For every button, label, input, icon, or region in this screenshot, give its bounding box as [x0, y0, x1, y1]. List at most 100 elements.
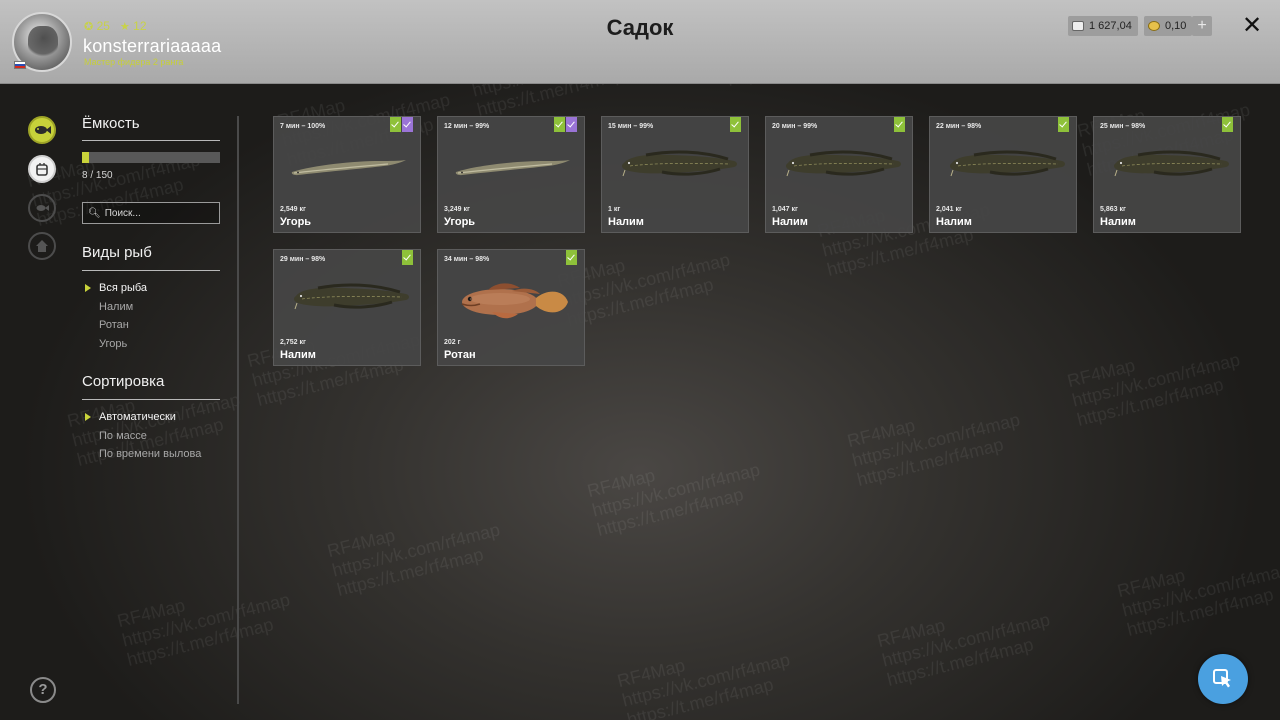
- watermark: RF4Maphttps://vk.com/rf4maphttps://t.me/…: [115, 570, 296, 669]
- search-box[interactable]: 🔍︎: [82, 202, 220, 224]
- capacity-bar-fill: [82, 152, 90, 163]
- caught-badge-icon: [402, 250, 413, 265]
- silver-value: 1 627,04: [1089, 20, 1132, 32]
- sort-title: Сортировка: [82, 373, 165, 390]
- fish-card-eel[interactable]: 12 мин – 99% 3,249 кг Угорь: [437, 116, 585, 233]
- trophy-badge-icon: [566, 117, 577, 132]
- fish-weight: 1 кг: [608, 206, 621, 213]
- gold-icon: [1148, 21, 1160, 31]
- capacity-bar: [82, 152, 220, 163]
- russia-flag-icon: [14, 61, 26, 69]
- fish-card-rotan[interactable]: 34 мин – 98% 202 г Ротан: [437, 249, 585, 366]
- fish-card-burbot[interactable]: 25 мин – 98% 5,863 кг Налим: [1093, 116, 1241, 233]
- fish-icon: [35, 126, 51, 134]
- gold-balance: 0,10: [1144, 16, 1193, 36]
- close-button[interactable]: ✕: [1240, 14, 1264, 38]
- panel-divider: [237, 116, 239, 704]
- fish-weight: 2,752 кг: [280, 339, 306, 346]
- species-label: Вся рыба: [99, 282, 148, 294]
- fish-card-burbot[interactable]: 15 мин – 99% 1 кг Налим: [601, 116, 749, 233]
- catch-time: 15 мин – 99%: [608, 123, 654, 130]
- burbot-image: [293, 283, 409, 310]
- player-rank: Мастер фидера 2 ранга: [84, 57, 184, 67]
- capacity-title: Ёмкость: [82, 115, 140, 132]
- sort-label: Автоматически: [99, 411, 176, 423]
- fish-name: Налим: [280, 349, 316, 361]
- divider: [82, 140, 220, 141]
- caught-badge-icon: [566, 250, 577, 265]
- catch-time: 20 мин – 99%: [772, 123, 818, 130]
- help-button[interactable]: ?: [30, 677, 56, 703]
- watermark: RF4Maphttps://vk.com/rf4maphttps://t.me/…: [585, 440, 766, 539]
- fish-card-burbot[interactable]: 29 мин – 98% 2,752 кг Налим: [273, 249, 421, 366]
- search-input[interactable]: [104, 207, 215, 219]
- add-gold-button[interactable]: +: [1192, 16, 1212, 36]
- fish-card-burbot[interactable]: 22 мин – 98% 2,041 кг Налим: [929, 116, 1077, 233]
- sort-by-time[interactable]: По времени вылова: [99, 448, 201, 460]
- caught-badge-icon: [730, 117, 741, 132]
- fish-weight: 2,549 кг: [280, 206, 306, 213]
- fish-name: Налим: [608, 216, 644, 228]
- selected-triangle-icon: [85, 413, 91, 421]
- catch-time: 22 мин – 98%: [936, 123, 982, 130]
- fish-weight: 3,249 кг: [444, 206, 470, 213]
- fish-weight: 202 г: [444, 339, 461, 346]
- sort-by-mass[interactable]: По массе: [99, 430, 147, 442]
- fish-card-eel[interactable]: 7 мин – 100% 2,549 кг Угорь: [273, 116, 421, 233]
- catch-time: 12 мин – 99%: [444, 123, 490, 130]
- fish-weight: 5,863 кг: [1100, 206, 1126, 213]
- fish-name: Налим: [1100, 216, 1136, 228]
- watermark: RF4Maphttps://vk.com/rf4maphttps://t.me/…: [875, 590, 1056, 689]
- fish-name: Налим: [936, 216, 972, 228]
- cursor-mode-button[interactable]: [1198, 654, 1248, 704]
- capacity-count: 8 / 150: [82, 170, 113, 181]
- species-all-fish[interactable]: Вся рыба: [85, 282, 148, 294]
- species-burbot[interactable]: Налим: [99, 301, 133, 313]
- gold-value: 0,10: [1165, 20, 1187, 32]
- caught-badge-icon: [1222, 117, 1233, 132]
- selected-triangle-icon: [85, 284, 91, 292]
- watermark: RF4Maphttps://vk.com/rf4maphttps://t.me/…: [1065, 330, 1246, 429]
- watermark: RF4Maphttps://vk.com/rf4maphttps://t.me/…: [325, 500, 506, 599]
- storage-tab[interactable]: [28, 155, 56, 183]
- trophy-tab[interactable]: [28, 194, 56, 222]
- eel-image: [291, 160, 406, 176]
- trophy-badge-icon: [402, 117, 413, 132]
- fish-weight: 2,041 кг: [936, 206, 962, 213]
- burbot-image: [785, 150, 901, 177]
- watermark: RF4Maphttps://vk.com/rf4maphttps://t.me/…: [1115, 540, 1280, 639]
- fish-weight: 1,047 кг: [772, 206, 798, 213]
- caught-badge-icon: [390, 117, 401, 132]
- catch-time: 34 мин – 98%: [444, 256, 490, 263]
- fish-keepnet-tab[interactable]: [28, 116, 56, 144]
- burbot-image: [1113, 150, 1229, 177]
- sort-auto[interactable]: Автоматически: [85, 411, 176, 423]
- species-title: Виды рыб: [82, 244, 152, 261]
- watermark: RF4Maphttps://vk.com/rf4maphttps://t.me/…: [845, 390, 1026, 489]
- fish-outline-icon: [36, 205, 49, 211]
- fish-card-burbot[interactable]: 20 мин – 99% 1,047 кг Налим: [765, 116, 913, 233]
- species-eel[interactable]: Угорь: [99, 338, 127, 350]
- rotan-image: [461, 283, 568, 319]
- burbot-image: [949, 150, 1065, 177]
- catch-time: 29 мин – 98%: [280, 256, 326, 263]
- caught-badge-icon: [894, 117, 905, 132]
- search-icon: 🔍︎: [88, 207, 101, 219]
- divider: [82, 270, 220, 271]
- eel-image: [455, 160, 570, 176]
- caught-badge-icon: [1058, 117, 1069, 132]
- fish-name: Угорь: [280, 216, 312, 228]
- top-bar: ✪ 25 ★ 12 konsterrariaaaaa Мастер фидера…: [0, 0, 1280, 84]
- fish-name: Угорь: [444, 216, 476, 228]
- species-rotan[interactable]: Ротан: [99, 319, 129, 331]
- home-tab[interactable]: [28, 232, 56, 260]
- burbot-image: [621, 150, 737, 177]
- keepnet-icon: [36, 163, 48, 176]
- fish-name: Ротан: [444, 349, 476, 361]
- silver-balance: 1 627,04: [1068, 16, 1138, 36]
- silver-icon: [1072, 21, 1084, 31]
- catch-time: 7 мин – 100%: [280, 123, 326, 130]
- catch-time: 25 мин – 98%: [1100, 123, 1146, 130]
- caught-badge-icon: [554, 117, 565, 132]
- divider: [82, 399, 220, 400]
